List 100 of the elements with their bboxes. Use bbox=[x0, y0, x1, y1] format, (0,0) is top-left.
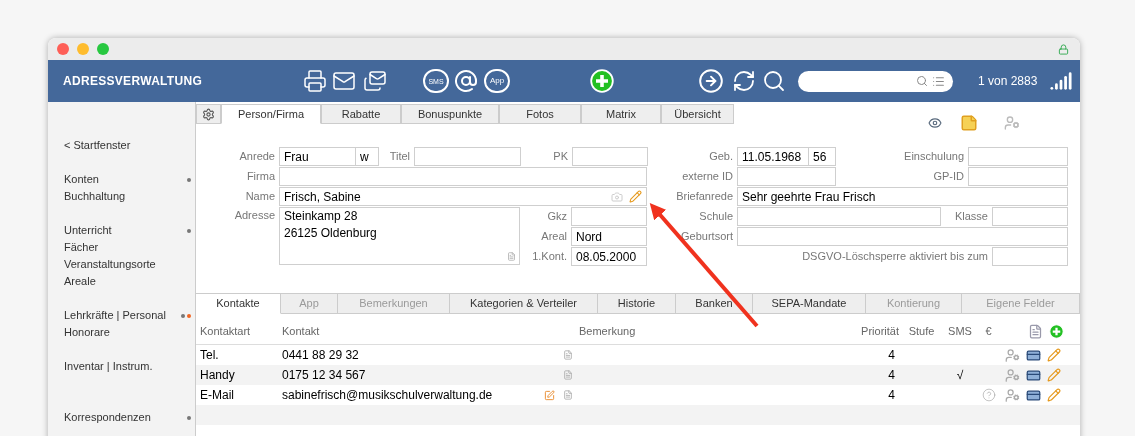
sidebar-item[interactable]: Fächer bbox=[64, 239, 99, 256]
settings-icon[interactable] bbox=[196, 104, 221, 124]
address-field[interactable]: Steinkamp 28 26125 Oldenburg bbox=[279, 207, 520, 265]
input-field[interactable] bbox=[968, 147, 1068, 166]
tab[interactable]: Kategorien & Verteiler bbox=[450, 294, 598, 314]
sidebar-item[interactable]: Honorare bbox=[64, 324, 110, 341]
input-field[interactable] bbox=[572, 147, 648, 166]
pencil-icon[interactable] bbox=[1047, 388, 1061, 402]
note-icon[interactable] bbox=[563, 390, 573, 400]
input-field[interactable]: 56 bbox=[809, 147, 836, 166]
user-settings-icon[interactable] bbox=[1005, 367, 1020, 383]
sidebar-item[interactable]: Korrespondenzen bbox=[64, 409, 151, 426]
user-settings-icon[interactable] bbox=[1005, 387, 1020, 403]
note-icon[interactable] bbox=[960, 114, 978, 132]
sidebar-item[interactable]: Lehrkräfte | Personal bbox=[64, 307, 166, 324]
tab[interactable]: Rabatte bbox=[321, 104, 401, 124]
table-cell-text: 0175 12 34 567 bbox=[282, 367, 367, 384]
lock-icon bbox=[1058, 43, 1069, 55]
list-icon[interactable] bbox=[932, 74, 945, 88]
tab[interactable]: Person/Firma bbox=[221, 104, 321, 124]
tab[interactable]: Übersicht bbox=[661, 104, 734, 124]
input-field[interactable] bbox=[737, 227, 1068, 246]
sidebar-item[interactable]: Unterricht bbox=[64, 222, 112, 239]
user-settings-icon[interactable] bbox=[1005, 347, 1020, 363]
field-label: 1.Kont. bbox=[531, 249, 568, 265]
field-label: Gkz bbox=[546, 209, 568, 225]
input-field[interactable]: 11.05.1968 bbox=[737, 147, 809, 166]
tab[interactable]: Historie bbox=[598, 294, 676, 314]
field-label: Areal bbox=[540, 229, 568, 245]
search-field[interactable] bbox=[798, 70, 953, 92]
field-label: Klasse bbox=[953, 209, 989, 225]
input-field[interactable] bbox=[414, 147, 521, 166]
note-icon[interactable] bbox=[563, 350, 573, 360]
printer-icon[interactable] bbox=[303, 69, 327, 93]
sidebar-item[interactable]: Areale bbox=[64, 273, 96, 290]
forward-icon[interactable] bbox=[698, 68, 724, 94]
eye-icon[interactable] bbox=[928, 116, 942, 130]
back-link[interactable]: < Startfenster bbox=[48, 137, 195, 154]
help-icon[interactable] bbox=[981, 388, 996, 402]
field-label: Anrede bbox=[238, 149, 276, 165]
note-icon[interactable] bbox=[563, 370, 573, 380]
input-field[interactable] bbox=[968, 167, 1068, 186]
camera-icon[interactable] bbox=[611, 190, 623, 203]
field-label: Schule bbox=[698, 209, 734, 225]
column-header: € bbox=[985, 324, 992, 340]
tab[interactable]: Kontakte bbox=[196, 294, 281, 314]
mails-icon[interactable] bbox=[363, 69, 387, 93]
tab[interactable]: Bonuspunkte bbox=[401, 104, 499, 124]
mail-icon[interactable] bbox=[332, 69, 356, 93]
document-icon[interactable] bbox=[507, 252, 516, 261]
minimize-icon[interactable] bbox=[77, 43, 89, 55]
input-field[interactable]: 08.05.2000 bbox=[571, 247, 647, 266]
input-field[interactable]: Frau bbox=[279, 147, 356, 166]
input-field[interactable] bbox=[737, 167, 836, 186]
table-cell-text: 4 bbox=[888, 387, 896, 404]
field-label: Einschulung bbox=[903, 149, 965, 165]
input-field[interactable]: Nord bbox=[571, 227, 647, 246]
pencil-icon[interactable] bbox=[1047, 348, 1061, 362]
at-sign-icon[interactable] bbox=[454, 69, 478, 93]
column-header: Stufe bbox=[908, 324, 935, 340]
user-settings-icon[interactable] bbox=[1004, 115, 1020, 131]
table-cell-text: Tel. bbox=[200, 347, 220, 364]
tab[interactable]: Fotos bbox=[499, 104, 581, 124]
field-label: Briefanrede bbox=[675, 189, 734, 205]
input-field[interactable]: w bbox=[356, 147, 379, 166]
tab[interactable]: SEPA-Mandate bbox=[753, 294, 866, 314]
tab[interactable]: Banken bbox=[676, 294, 753, 314]
app-button[interactable]: App bbox=[484, 69, 510, 93]
input-field[interactable] bbox=[571, 207, 647, 226]
input-field[interactable] bbox=[992, 207, 1068, 226]
input-field[interactable]: Frisch, Sabine bbox=[279, 187, 647, 206]
pencil-icon[interactable] bbox=[629, 190, 642, 203]
refresh-icon[interactable] bbox=[732, 69, 756, 93]
add-contact-icon[interactable] bbox=[1049, 324, 1064, 339]
field-label: Geb. bbox=[708, 149, 734, 165]
tab[interactable]: Matrix bbox=[581, 104, 661, 124]
input-field[interactable]: Sehr geehrte Frau Frisch bbox=[737, 187, 1068, 206]
maximize-icon[interactable] bbox=[97, 43, 109, 55]
table-cell-text: sabinefrisch@musikschulverwaltung.de bbox=[282, 387, 494, 404]
pencil-icon[interactable] bbox=[1047, 368, 1061, 382]
sidebar-item[interactable]: Buchhaltung bbox=[64, 188, 126, 205]
sidebar-item[interactable]: Konten bbox=[64, 171, 99, 188]
sidebar-item[interactable]: Veranstaltungsorte bbox=[64, 256, 156, 273]
field-label: GP-ID bbox=[932, 169, 965, 185]
input-field[interactable] bbox=[737, 207, 941, 226]
input-field[interactable] bbox=[992, 247, 1068, 266]
search-icon[interactable] bbox=[762, 69, 786, 93]
sidebar-item[interactable]: Inventar | Instrum. bbox=[64, 358, 153, 375]
sms-checkmark: √ bbox=[956, 368, 964, 382]
close-icon[interactable] bbox=[57, 43, 69, 55]
input-field[interactable] bbox=[279, 167, 647, 186]
card-icon[interactable] bbox=[1026, 347, 1041, 363]
compose-icon[interactable] bbox=[544, 389, 555, 401]
field-label: Titel bbox=[388, 149, 411, 165]
add-record-icon[interactable] bbox=[590, 69, 614, 93]
address-line: Steinkamp 28 bbox=[284, 208, 359, 225]
card-icon[interactable] bbox=[1026, 387, 1041, 403]
field-label: DSGVO-Löschsperre aktiviert bis zum bbox=[801, 249, 989, 265]
card-icon[interactable] bbox=[1026, 367, 1041, 383]
list-icon[interactable] bbox=[1028, 324, 1043, 339]
